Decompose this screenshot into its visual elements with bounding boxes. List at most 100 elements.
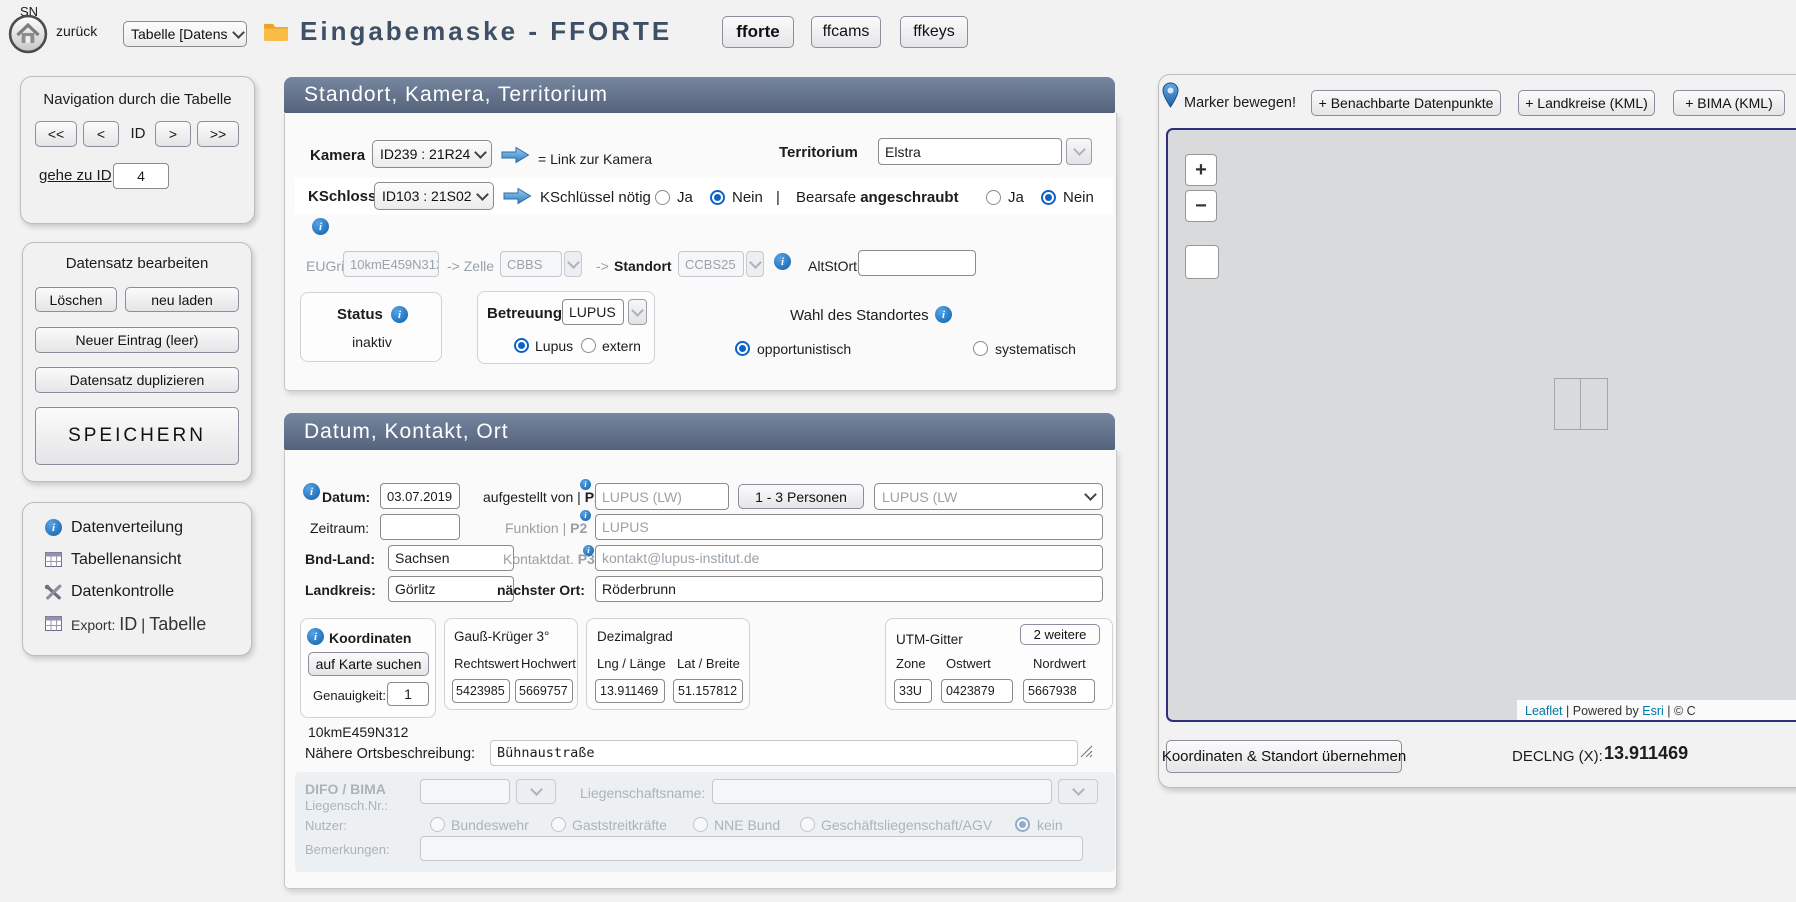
info-icon[interactable]: i xyxy=(580,510,591,521)
map-attribution: Leaflet | Powered by Esri | © C xyxy=(1517,700,1796,722)
status-value: inaktiv xyxy=(301,333,443,351)
export-table-link[interactable]: Tabelle xyxy=(149,614,206,634)
kamera-label: Kamera xyxy=(310,147,365,165)
landkreis-input[interactable]: Görlitz xyxy=(388,576,514,602)
nav-prev-button[interactable]: < xyxy=(83,121,119,147)
nutzer-nne-bund-label: NNE Bund xyxy=(714,816,780,834)
goto-id-input[interactable]: 4 xyxy=(113,163,169,189)
info-icon[interactable]: i xyxy=(583,545,594,556)
link-datenkontrolle[interactable]: Datenkontrolle xyxy=(71,583,174,601)
benachbarte-datenpunkte-button[interactable]: + Benachbarte Datenpunkte xyxy=(1311,90,1501,116)
landkreise-kml-button[interactable]: + Landkreise (KML) xyxy=(1518,90,1655,116)
reload-button[interactable]: neu laden xyxy=(125,287,239,312)
info-icon[interactable]: i xyxy=(774,253,791,270)
kschluessel-ja-radio[interactable] xyxy=(655,190,670,205)
declng-label: DECLNG (X): xyxy=(1512,748,1603,766)
p1-input[interactable]: LUPUS (LW) xyxy=(595,483,729,510)
betreuung-input[interactable]: LUPUS xyxy=(562,299,624,325)
map-zoom-in-button[interactable]: + xyxy=(1185,154,1217,186)
back-link[interactable]: zurück xyxy=(56,22,97,40)
ortsbeschreibung-input[interactable]: Bühnaustraße xyxy=(490,740,1078,766)
rechtswert-input[interactable]: 5423985 xyxy=(452,679,510,703)
p1-select[interactable]: LUPUS (LW xyxy=(874,483,1103,510)
dez-title: Dezimalgrad xyxy=(597,628,673,646)
liegenschaftsname-input xyxy=(712,779,1052,804)
ortsbeschreibung-label: Nähere Ortsbeschreibung: xyxy=(305,745,475,763)
map-layer-button[interactable] xyxy=(1185,245,1219,279)
table-select[interactable]: Tabelle [Datens xyxy=(123,21,247,47)
info-icon[interactable]: i xyxy=(935,306,952,323)
hochwert-input[interactable]: 5669757 xyxy=(515,679,573,703)
info-icon[interactable]: i xyxy=(312,218,329,235)
chevron-down-icon xyxy=(631,304,644,317)
kschloss-select[interactable]: ID103 : 21S02 xyxy=(374,182,494,210)
opportunistisch-label: opportunistisch xyxy=(757,340,851,358)
grid-code-label: 10kmE459N312 xyxy=(308,723,408,741)
genauigkeit-input[interactable]: 1 xyxy=(387,682,429,706)
bima-kml-button[interactable]: + BIMA (KML) xyxy=(1673,90,1785,116)
nav-last-button[interactable]: >> xyxy=(197,121,239,147)
export-id-link[interactable]: ID xyxy=(119,614,137,634)
nutzer-gaststreitkraefte-label: Gaststreitkräfte xyxy=(572,816,667,834)
info-icon[interactable]: i xyxy=(303,483,320,500)
lat-input[interactable]: 51.157812 xyxy=(673,679,743,703)
app-button-ffcams[interactable]: ffcams xyxy=(811,16,881,48)
kschluessel-nein-radio[interactable] xyxy=(710,190,725,205)
bearsafe-ja-radio[interactable] xyxy=(986,190,1001,205)
zelle-input: CBBS xyxy=(500,251,562,277)
territorium-input[interactable]: Elstra xyxy=(878,138,1062,165)
home-icon[interactable] xyxy=(8,14,48,54)
link-arrow-icon[interactable] xyxy=(502,187,532,210)
betreuung-dropdown-button[interactable] xyxy=(628,299,647,325)
duplicate-button[interactable]: Datensatz duplizieren xyxy=(35,367,239,393)
info-icon[interactable]: i xyxy=(391,306,408,323)
zeitraum-input[interactable] xyxy=(380,514,460,540)
save-button[interactable]: SPEICHERN xyxy=(35,407,239,465)
karte-suchen-button[interactable]: auf Karte suchen xyxy=(308,652,429,676)
bndland-input[interactable]: Sachsen xyxy=(388,545,514,571)
opportunistisch-radio[interactable] xyxy=(735,341,750,356)
new-entry-button[interactable]: Neuer Eintrag (leer) xyxy=(35,327,239,353)
difo-title: DIFO / BIMA xyxy=(305,780,386,798)
navigation-panel: Navigation durch die Tabelle << < ID > >… xyxy=(20,76,255,224)
apply-coordinates-button[interactable]: Koordinaten & Standort übernehmen xyxy=(1166,740,1402,773)
app-button-fforte[interactable]: fforte xyxy=(722,16,794,48)
link-tabellenansicht[interactable]: Tabellenansicht xyxy=(71,551,181,569)
resize-handle-icon[interactable] xyxy=(1080,745,1093,763)
nav-first-button[interactable]: << xyxy=(35,121,77,147)
eugrid-input: 10kmE459N312 xyxy=(343,251,439,277)
map-zoom-out-button[interactable]: − xyxy=(1185,190,1217,222)
nav-next-button[interactable]: > xyxy=(155,121,191,147)
territorium-dropdown-button[interactable] xyxy=(1066,138,1092,165)
personen-button[interactable]: 1 - 3 Personen xyxy=(738,484,864,509)
export-separator: | xyxy=(141,617,145,634)
p2-input[interactable]: LUPUS xyxy=(595,514,1103,540)
app-button-ffkeys[interactable]: ffkeys xyxy=(900,16,968,48)
info-icon[interactable]: i xyxy=(580,479,591,490)
goto-id-link[interactable]: gehe zu ID xyxy=(39,167,112,184)
delete-button[interactable]: Löschen xyxy=(35,287,117,312)
link-datenverteilung[interactable]: Datenverteilung xyxy=(71,519,183,537)
p3-input[interactable]: kontakt@lupus-institut.de xyxy=(595,545,1103,571)
utm-more-button[interactable]: 2 weitere xyxy=(1020,624,1100,645)
map-canvas[interactable]: + − Leaflet | Powered by Esri | © C xyxy=(1166,128,1796,722)
utm-nordwert-input[interactable]: 5667938 xyxy=(1023,679,1095,703)
utm-ostwert-input[interactable]: 0423879 xyxy=(941,679,1013,703)
leaflet-link[interactable]: Leaflet xyxy=(1525,704,1563,718)
bearsafe-nein-radio[interactable] xyxy=(1041,190,1056,205)
naechster-ort-input[interactable]: Röderbrunn xyxy=(595,576,1103,602)
betreuung-extern-radio[interactable] xyxy=(581,338,596,353)
chevron-down-icon xyxy=(530,783,543,796)
altstort-input[interactable] xyxy=(858,250,976,276)
link-arrow-icon[interactable] xyxy=(500,146,530,169)
utm-zone-input[interactable]: 33U xyxy=(894,679,932,703)
esri-link[interactable]: Esri xyxy=(1642,704,1664,718)
datum-input[interactable]: 03.07.2019 xyxy=(380,483,460,509)
betreuung-lupus-radio[interactable] xyxy=(514,338,529,353)
lng-input[interactable]: 13.911469 xyxy=(595,679,665,703)
info-icon[interactable]: i xyxy=(307,628,324,645)
export-prefix: Export: xyxy=(71,617,115,633)
systematisch-radio[interactable] xyxy=(973,341,988,356)
genauigkeit-label: Genauigkeit: xyxy=(313,687,386,705)
kamera-select[interactable]: ID239 : 21R24 xyxy=(372,140,492,168)
